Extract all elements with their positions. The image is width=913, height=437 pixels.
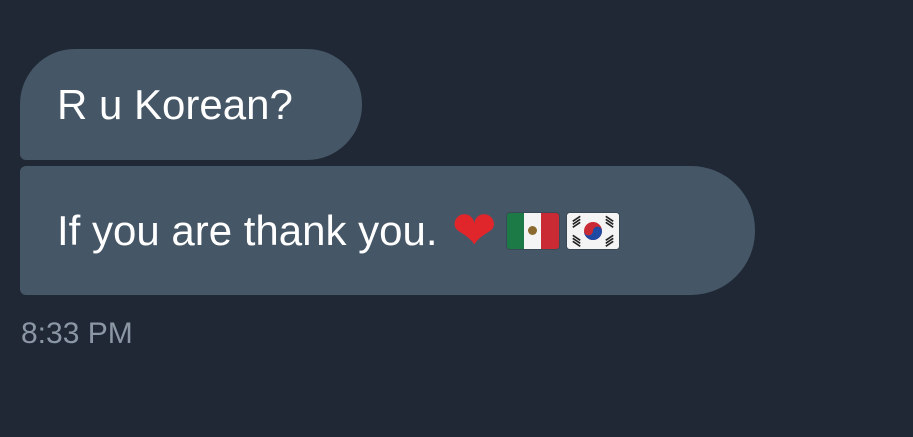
message-bubble[interactable]: If you are thank you. ❤ [20,166,755,295]
red-heart-icon: ❤ [451,198,497,262]
message-bubble[interactable]: R u Korean? [20,49,362,160]
message-thread: R u Korean? If you are thank you. ❤ 8:33… [0,0,913,437]
message-text: R u Korean? [57,80,293,128]
emoji-group: ❤ [451,198,619,262]
message-timestamp: 8:33 PM [21,317,133,350]
message-text: If you are thank you. [57,206,438,254]
south-korea-flag-icon [566,212,619,249]
mexico-flag-icon [506,212,559,249]
